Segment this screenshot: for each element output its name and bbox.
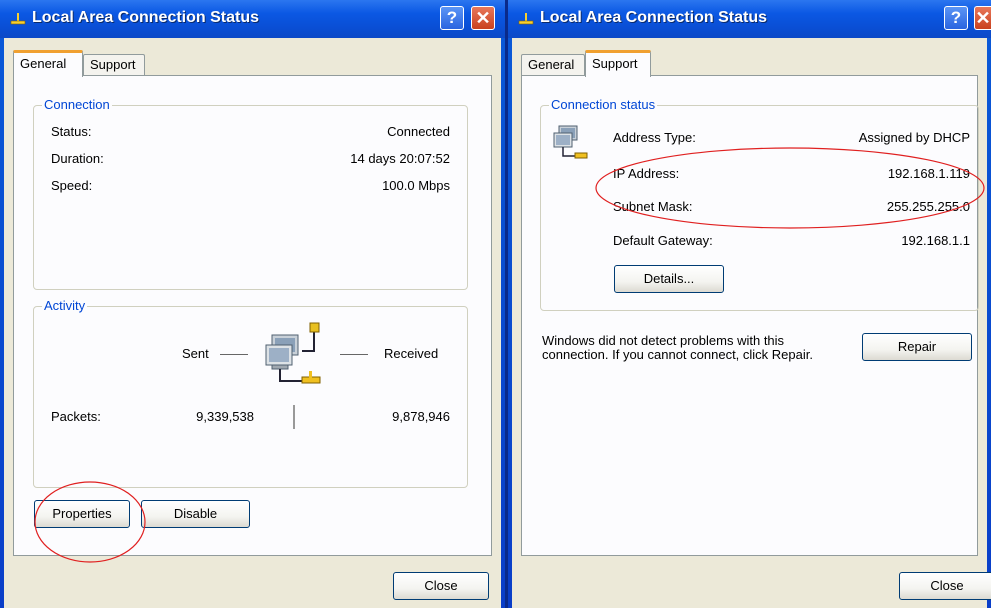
right-title-bar[interactable]: Local Area Connection Status ? ✕	[508, 0, 991, 38]
duration-label: Duration:	[51, 151, 104, 166]
tab-general[interactable]: General	[521, 54, 585, 76]
status-label: Status:	[51, 124, 92, 139]
speed-label: Speed:	[51, 178, 93, 193]
sent-line	[220, 354, 248, 355]
right-window-title: Local Area Connection Status	[540, 9, 767, 26]
default-gateway-label: Default Gateway:	[613, 233, 713, 248]
received-line	[340, 354, 368, 355]
tab-support[interactable]: Support	[83, 54, 145, 76]
packets-label: Packets:	[51, 409, 101, 424]
left-dialog-body: General Support Connection Status: Conne…	[4, 38, 501, 608]
default-gateway-value: 192.168.1.1	[901, 233, 970, 248]
help-icon[interactable]: ?	[440, 6, 464, 30]
close-icon[interactable]: ✕	[471, 6, 495, 30]
left-title-bar[interactable]: Local Area Connection Status ? ✕	[0, 0, 505, 38]
received-label: Received	[384, 346, 439, 361]
connection-group-label: Connection	[42, 97, 112, 112]
network-computers-icon	[553, 125, 588, 159]
activity-group-label: Activity	[42, 298, 88, 313]
close-button[interactable]: Close	[393, 572, 489, 600]
repair-message: Windows did not detect problems with thi…	[542, 333, 813, 362]
network-computers-icon	[265, 322, 321, 384]
ip-address-label: IP Address:	[613, 166, 680, 181]
help-icon[interactable]: ?	[944, 6, 968, 30]
disable-button[interactable]: Disable	[141, 500, 250, 528]
tab-support[interactable]: Support	[585, 50, 651, 77]
activity-group: Activity Sent Received Packets: 9,339,53…	[33, 298, 468, 488]
sent-label: Sent	[182, 346, 209, 361]
right-dialog-body: General Support Connection status Addres…	[512, 38, 991, 608]
speed-value: 100.0 Mbps	[382, 178, 450, 193]
general-tab-panel: Connection Status: Connected Duration: 1…	[13, 75, 492, 556]
connection-status-group: Connection status Address Type: Assigned…	[540, 97, 979, 311]
close-icon[interactable]: ✕	[974, 6, 991, 30]
close-button[interactable]: Close	[899, 572, 991, 600]
subnet-mask-value: 255.255.255.0	[886, 199, 970, 214]
support-tab-panel: Connection status Address Type: Assigned…	[521, 75, 979, 556]
left-window-title: Local Area Connection Status	[32, 9, 259, 26]
status-value: Connected	[387, 124, 450, 139]
details-button[interactable]: Details...	[614, 265, 724, 293]
address-type-value: Assigned by DHCP	[858, 130, 970, 145]
properties-button[interactable]: Properties	[34, 500, 130, 528]
address-type-label: Address Type:	[613, 130, 696, 145]
duration-value: 14 days 20:07:52	[350, 151, 450, 166]
subnet-mask-label: Subnet Mask:	[613, 199, 693, 214]
network-connection-icon	[518, 13, 534, 25]
packets-sent-value: 9,339,538	[196, 409, 254, 424]
tab-general[interactable]: General	[13, 50, 83, 77]
connection-status-group-label: Connection status	[549, 97, 658, 112]
ip-address-value: 192.168.1.119	[887, 166, 970, 181]
network-connection-icon	[10, 13, 26, 25]
left-status-window: Local Area Connection Status ? ✕ General…	[0, 0, 505, 608]
right-status-window: Local Area Connection Status ? ✕ General…	[508, 0, 991, 608]
connection-group: Connection Status: Connected Duration: 1…	[33, 97, 468, 290]
packets-received-value: 9,878,946	[392, 409, 450, 424]
packets-separator	[293, 405, 295, 429]
repair-button[interactable]: Repair	[862, 333, 972, 361]
